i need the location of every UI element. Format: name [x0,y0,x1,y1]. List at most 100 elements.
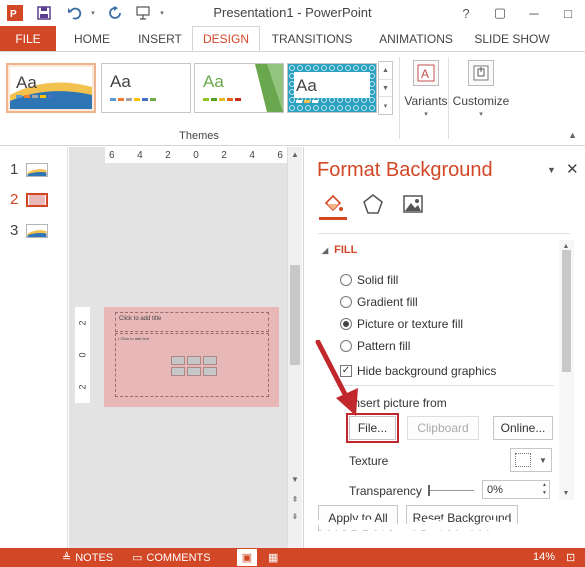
theme-integral-pattern[interactable]: Aa [287,63,377,113]
option-label: Solid fill [357,273,399,287]
pane-options-icon[interactable]: ▼ [547,165,556,175]
customize-label: Customize [452,94,510,108]
slide-sorter-icon[interactable]: ▦ [268,551,278,564]
comments-icon: ▭ [132,552,143,564]
theme-office-selected[interactable]: Aa [6,63,96,113]
scroll-thumb[interactable] [290,265,300,365]
online-button[interactable]: Online... [493,416,553,440]
slide-thumbnail-3[interactable]: 3 [10,222,48,239]
picture-category-icon[interactable] [402,193,424,215]
notes-button[interactable]: ≜ NOTES [62,551,113,565]
normal-view-icon[interactable]: ▣ [237,549,257,566]
themes-scroll-down-icon[interactable]: ▼ [379,80,392,98]
theme-sample-text: Aa [203,72,224,91]
fill-category-icon[interactable] [322,193,344,215]
solid-fill-option[interactable]: Solid fill [340,273,398,287]
insert-picture-icon[interactable] [171,367,185,376]
radio-button-selected[interactable] [340,318,352,330]
scroll-down-icon[interactable]: ▼ [288,472,302,486]
slide-thumbnail-2[interactable]: 2 [10,191,48,208]
notes-icon: ≜ [62,552,72,564]
slide-canvas[interactable]: Click to add title • Click to add text [104,307,279,407]
tab-animations[interactable]: ANIMATIONS [364,26,468,51]
picture-texture-fill-option[interactable]: Picture or texture fill [340,317,463,331]
insert-smartart-icon[interactable] [203,356,217,365]
slide-thumbnail-1[interactable]: 1 [10,161,48,178]
title-placeholder[interactable]: Click to add title [115,312,269,332]
radio-button[interactable] [340,274,352,286]
tab-home[interactable]: HOME [56,26,128,51]
ruler-tick: 6 [277,149,283,161]
editor-vertical-scrollbar[interactable]: ▲ ▼ ⇞ ⇟ [287,147,302,548]
option-label: Hide background graphics [357,364,497,378]
slider-handle[interactable] [428,485,430,496]
fill-section-label: FILL [334,244,358,256]
watermark-logo: ThuThuatPhanMem.vn [305,518,585,544]
insert-table-icon[interactable] [171,356,185,365]
vertical-ruler: 2 0 2 [75,307,90,403]
ruler-tick: 0 [77,352,88,358]
selected-category-indicator [319,217,347,220]
variants-label: Variants [404,94,448,108]
transparency-input[interactable]: 0% ▲ ▼ [482,480,550,499]
ribbon-separator [448,57,449,139]
ruler-tick: 4 [137,149,143,161]
tab-file[interactable]: FILE [0,26,56,51]
tab-slide-show[interactable]: SLIDE SHOW [468,26,556,51]
ruler-tick: 6 [109,149,115,161]
theme-office[interactable]: Aa [101,63,191,113]
collapse-ribbon-icon[interactable]: ▲ [568,130,577,140]
scroll-thumb[interactable] [562,250,571,372]
window-controls: ? ▢ ─ □ [449,0,585,26]
next-slide-icon[interactable]: ⇟ [288,509,302,523]
option-label: Picture or texture fill [357,317,464,331]
title-bar: P ▾ ▾ Presentation1 - PowerPoint ? ▢ ─ □ [0,0,585,26]
pane-vertical-scrollbar[interactable]: ▲ ▼ [559,240,574,500]
zoom-level[interactable]: 14% [533,551,555,563]
clipboard-button[interactable]: Clipboard [407,416,479,440]
fit-slide-icon[interactable]: ⊡ [566,551,575,564]
fill-section-header[interactable]: ◢ FILL [322,244,357,256]
themes-more-icon[interactable]: ▾ [379,97,392,114]
radio-button[interactable] [340,296,352,308]
insert-chart-icon[interactable] [187,356,201,365]
tab-transitions[interactable]: TRANSITIONS [260,26,364,51]
tab-design[interactable]: DESIGN [192,26,260,51]
customize-button[interactable]: Customize ▾ [453,58,509,128]
pane-separator [318,233,570,234]
maximize-button[interactable]: □ [551,0,585,26]
transparency-slider[interactable] [428,485,474,496]
previous-slide-icon[interactable]: ⇞ [288,492,302,506]
close-icon[interactable]: ✕ [566,160,579,178]
chevron-down-icon: ▼ [539,455,547,465]
minimize-button[interactable]: ─ [517,0,551,26]
transparency-value: 0% [487,483,503,496]
theme-facet[interactable]: Aa [194,63,284,113]
texture-picker[interactable]: ▼ [510,448,552,472]
variants-dropdown-icon: ▾ [424,111,428,118]
ruler-tick: 2 [77,384,88,390]
comments-button[interactable]: ▭ COMMENTS [132,551,211,565]
help-icon[interactable]: ? [449,0,483,26]
gradient-fill-option[interactable]: Gradient fill [340,295,418,309]
variants-button[interactable]: A Variants ▾ [398,58,454,128]
themes-group-label: Themes [179,130,219,142]
themes-scroll-up-icon[interactable]: ▲ [379,62,392,80]
customize-icon [468,60,494,86]
customize-dropdown-icon: ▾ [479,111,483,118]
slide-number: 2 [10,191,19,208]
ruler-tick: 2 [221,149,227,161]
tab-insert[interactable]: INSERT [128,26,192,51]
slide-thumbnails-pane: 1 2 3 [0,147,68,548]
insert-online-picture-icon[interactable] [187,367,201,376]
pane-title: Format Background [317,159,493,181]
scroll-up-icon[interactable]: ▲ [288,147,302,161]
variants-icon: A [413,60,439,86]
scroll-down-icon[interactable]: ▼ [559,487,573,499]
insert-video-icon[interactable] [203,367,217,376]
spinner-icon[interactable]: ▲ ▼ [542,481,547,497]
content-placeholder[interactable]: • Click to add text [115,333,269,397]
ribbon-display-icon[interactable]: ▢ [483,0,517,26]
effects-category-icon[interactable] [362,193,384,215]
ruler-tick: 0 [193,149,199,161]
